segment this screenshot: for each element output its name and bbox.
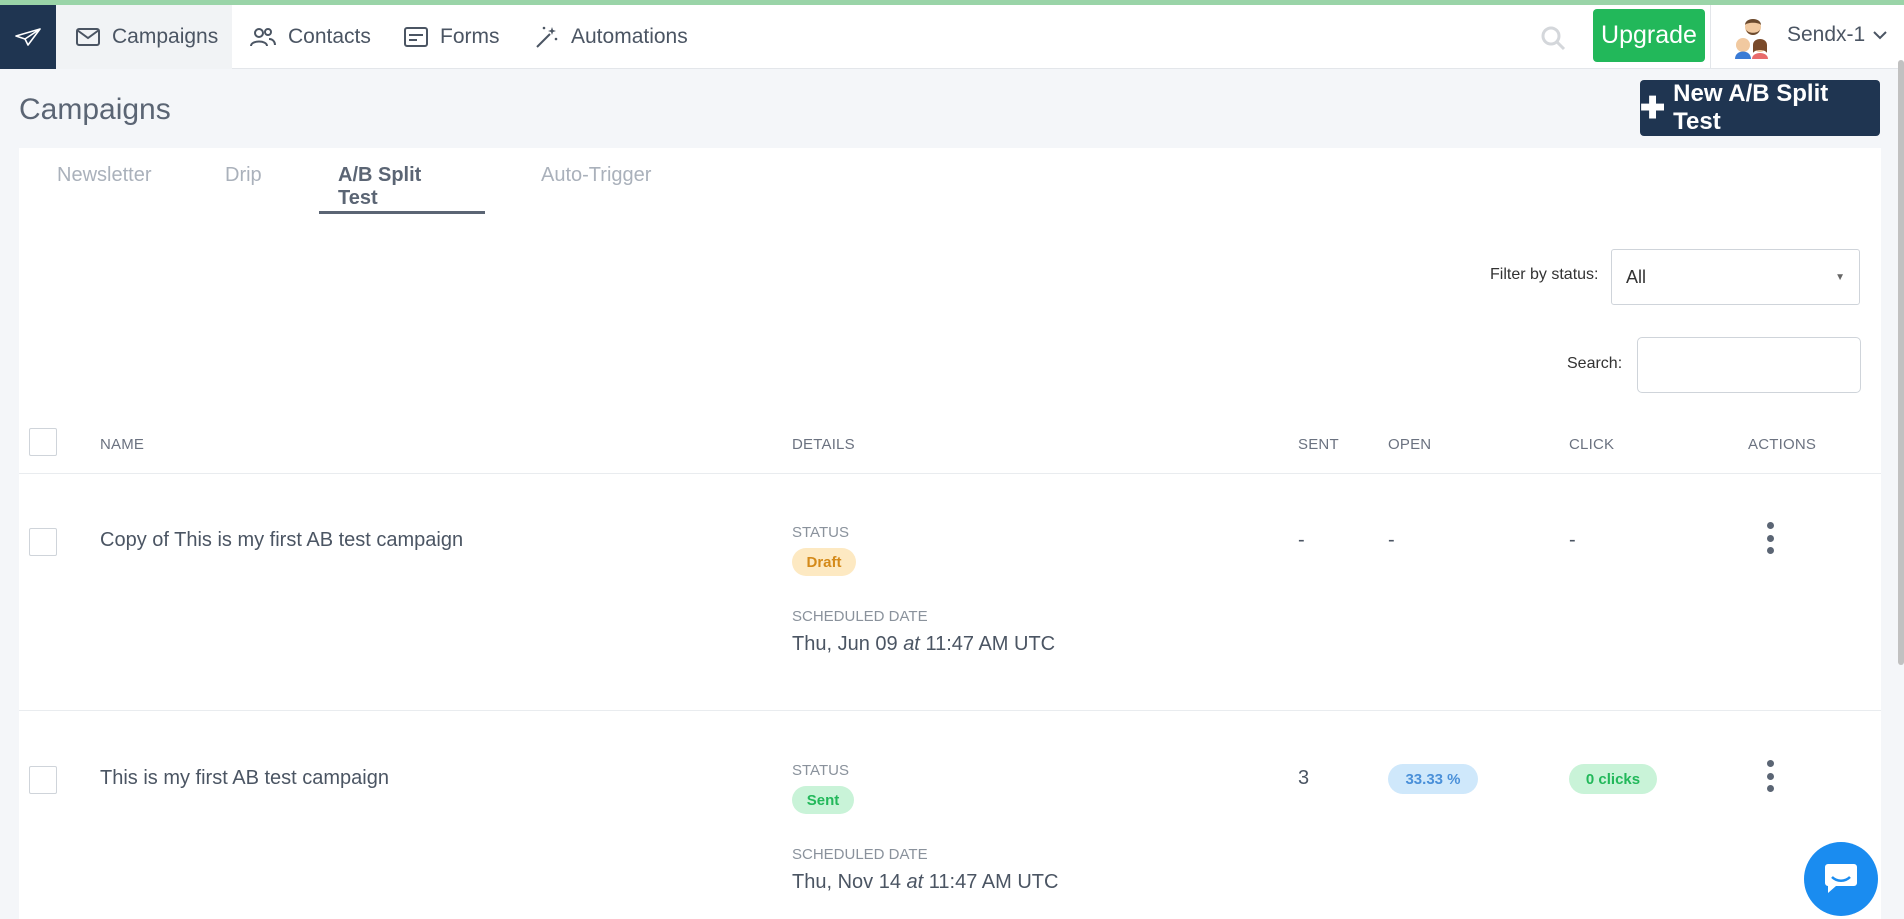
status-badge: Sent [792, 786, 854, 814]
top-navbar: Campaigns Contacts Forms Automations Upg… [0, 5, 1904, 69]
status-label: STATUS [792, 524, 849, 541]
click-count: - [1569, 529, 1576, 551]
row-checkbox[interactable] [29, 528, 57, 556]
nav-forms-label: Forms [440, 25, 500, 48]
filter-status-value: All [1626, 266, 1647, 287]
sent-count: - [1298, 529, 1305, 551]
sent-count: 3 [1298, 767, 1310, 789]
caret-down-icon: ▼ [1835, 271, 1845, 283]
avatar[interactable] [1731, 15, 1771, 59]
account-menu[interactable]: Sendx-1 [1787, 23, 1887, 47]
nav-campaigns-label: Campaigns [112, 25, 219, 48]
scheduled-date: Thu, Jun 09 at 11:47 AM UTC [792, 633, 1055, 656]
navbar-divider [1710, 5, 1711, 69]
nav-contacts[interactable]: Contacts [250, 5, 371, 69]
chat-widget-button[interactable] [1804, 842, 1878, 916]
more-actions-icon[interactable] [1762, 760, 1778, 792]
scheduled-date-at: at [906, 871, 924, 893]
magic-wand-icon [536, 26, 558, 48]
filter-status-select[interactable]: All ▼ [1611, 249, 1860, 305]
upgrade-button[interactable]: Upgrade [1593, 9, 1705, 62]
page-title: Campaigns [19, 93, 171, 126]
column-header-name[interactable]: NAME [100, 436, 144, 453]
new-ab-split-test-button[interactable]: ✚ New A/B Split Test [1640, 80, 1880, 136]
status-label: STATUS [792, 762, 849, 779]
scheduled-date-label: SCHEDULED DATE [792, 846, 928, 863]
status-badge: Draft [792, 548, 856, 576]
tab-drip[interactable]: Drip [225, 164, 262, 214]
row-checkbox[interactable] [29, 766, 57, 794]
filter-status-label: Filter by status: [1490, 266, 1599, 283]
paper-plane-icon [15, 28, 41, 46]
campaign-name[interactable]: This is my first AB test campaign [100, 767, 389, 790]
scheduled-date-time: 11:47 AM UTC [925, 633, 1056, 655]
mail-icon [76, 28, 100, 46]
form-icon [404, 27, 428, 47]
column-header-open[interactable]: OPEN [1388, 436, 1431, 453]
scheduled-date: Thu, Nov 14 at 11:47 AM UTC [792, 871, 1058, 894]
campaign-name[interactable]: Copy of This is my first AB test campaig… [100, 529, 463, 552]
search-label: Search: [1567, 355, 1623, 372]
open-rate: - [1388, 529, 1395, 551]
users-icon [250, 28, 276, 47]
click-count-badge: 0 clicks [1569, 764, 1657, 794]
row-divider [19, 710, 1881, 711]
nav-contacts-label: Contacts [288, 25, 371, 48]
chevron-down-icon [1873, 30, 1887, 39]
new-ab-split-test-label: New A/B Split Test [1673, 80, 1829, 135]
search-input[interactable] [1637, 337, 1861, 393]
account-name: Sendx-1 [1787, 23, 1866, 46]
page-scrollbar[interactable] [1898, 60, 1904, 665]
scheduled-date-at: at [903, 633, 920, 655]
header-divider [19, 473, 1881, 474]
plus-icon: ✚ [1640, 91, 1666, 125]
select-all-checkbox[interactable] [29, 428, 57, 456]
nav-automations[interactable]: Automations [535, 5, 688, 69]
column-header-details: DETAILS [792, 436, 855, 453]
scheduled-date-day: Thu, Jun 09 [792, 633, 898, 655]
scheduled-date-time: 11:47 AM UTC [928, 871, 1059, 893]
column-header-actions: ACTIONS [1748, 436, 1817, 453]
tab-auto-trigger[interactable]: Auto-Trigger [541, 164, 651, 214]
tab-ab-split-test[interactable]: A/B Split Test [319, 164, 485, 214]
search-icon[interactable] [1540, 25, 1566, 51]
more-actions-icon[interactable] [1762, 522, 1778, 554]
scheduled-date-day: Thu, Nov 14 [792, 871, 901, 893]
chat-bubble-icon [1825, 864, 1857, 893]
nav-campaigns[interactable]: Campaigns [56, 5, 232, 69]
nav-forms[interactable]: Forms [404, 5, 500, 69]
tab-newsletter[interactable]: Newsletter [57, 164, 151, 214]
nav-automations-label: Automations [571, 25, 688, 48]
app-logo[interactable] [0, 5, 56, 69]
column-header-click[interactable]: CLICK [1569, 436, 1614, 453]
campaigns-card: Newsletter Drip A/B Split Test Auto-Trig… [19, 148, 1881, 919]
scheduled-date-label: SCHEDULED DATE [792, 608, 928, 625]
column-header-sent[interactable]: SENT [1298, 436, 1339, 453]
open-rate-badge: 33.33 % [1388, 764, 1478, 794]
